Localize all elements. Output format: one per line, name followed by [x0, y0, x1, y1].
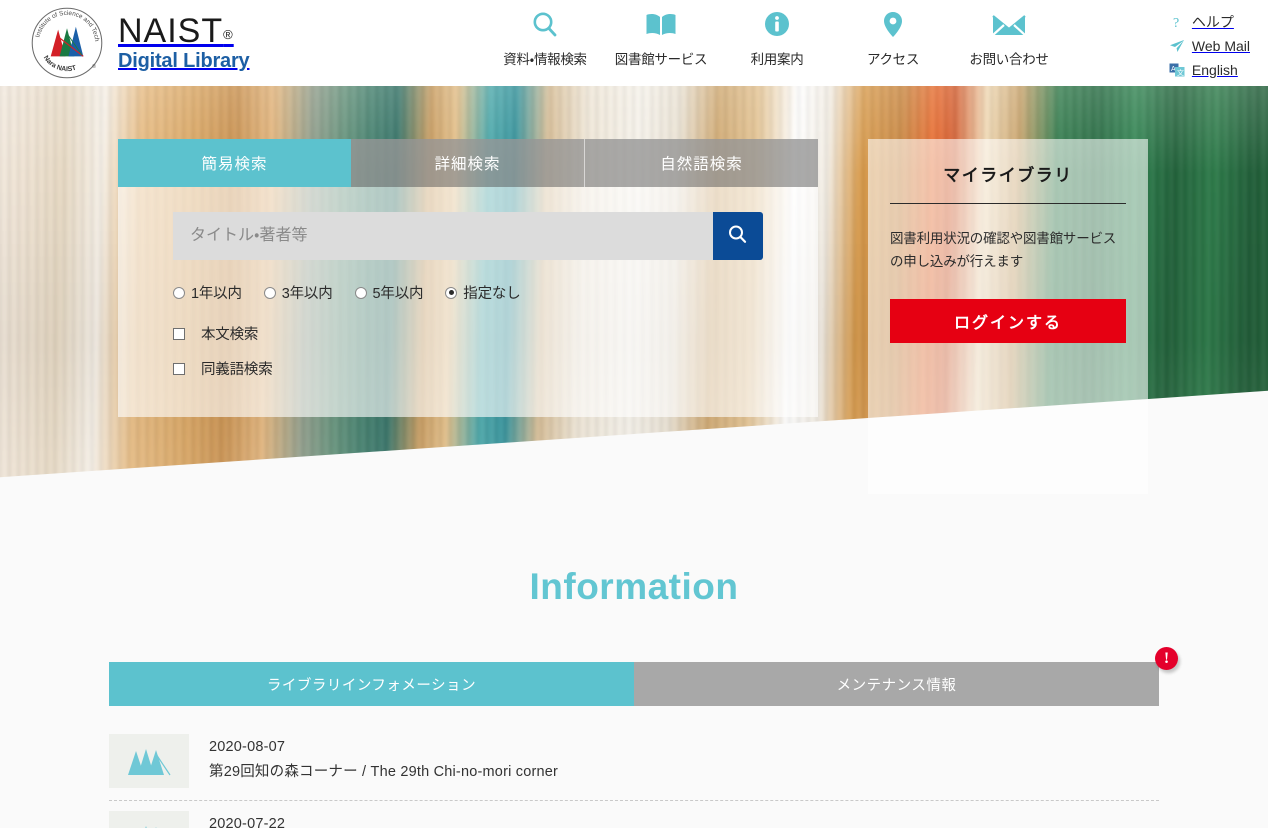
utility-link-english[interactable]: A 文 English [1169, 60, 1250, 80]
nav-label: 図書館サービス [614, 52, 708, 67]
utility-links: ? ヘルプ Web Mail A 文 English [1169, 12, 1250, 80]
translate-icon: A 文 [1169, 63, 1185, 77]
tab-natural-language-search[interactable]: 自然語検索 [585, 139, 818, 187]
search-input[interactable] [173, 212, 713, 260]
utility-label: English [1191, 62, 1238, 78]
information-section: Information ライブラリインフォメーション メンテナンス情報 ! 20… [0, 494, 1268, 828]
site-header: Institute of Science and Technology Nara… [0, 0, 1268, 86]
checkbox-label: 同義語検索 [201, 362, 273, 378]
radio-option-within-1-year[interactable]: 1年以内 [173, 282, 242, 303]
radio-label: 5年以内 [372, 286, 424, 302]
radio-indicator-selected [445, 286, 458, 299]
radio-indicator [263, 286, 276, 299]
tab-advanced-search[interactable]: 詳細検索 [351, 139, 585, 187]
news-list: 2020-08-07 第29回知の森コーナー / The 29th Chi-no… [109, 724, 1159, 828]
news-item[interactable]: 2020-07-22 [109, 801, 1159, 828]
search-panel: 簡易検索 詳細検索 自然語検索 1年以内 [118, 139, 818, 417]
period-radio-group: 1年以内 3年以内 5年以内 指定なし [173, 282, 763, 303]
utility-link-webmail[interactable]: Web Mail [1169, 36, 1250, 56]
site-logo[interactable]: Institute of Science and Technology Nara… [30, 6, 250, 80]
checkbox-label: 本文検索 [201, 327, 259, 343]
radio-label: 3年以内 [281, 286, 333, 302]
svg-text:®: ® [92, 63, 96, 70]
search-icon [529, 8, 561, 42]
search-submit-button[interactable] [713, 212, 763, 260]
radio-indicator [354, 286, 367, 299]
utility-label: Web Mail [1191, 38, 1250, 54]
my-library-panel: マイライブラリ 図書利用状況の確認や図書館サービスの申し込みが行えます ログイン… [868, 139, 1148, 494]
question-icon: ? [1169, 14, 1185, 30]
naist-mountain-icon [109, 734, 189, 788]
radio-indicator [173, 286, 185, 299]
login-button[interactable]: ログインする [890, 299, 1126, 344]
information-heading: Information [529, 566, 739, 607]
checkbox-indicator [173, 362, 185, 375]
nav-item-library-service[interactable]: 図書館サービス [603, 8, 719, 68]
checkbox-indicator [173, 327, 185, 340]
hero-banner: 簡易検索 詳細検索 自然語検索 1年以内 [0, 86, 1268, 494]
nav-item-contact[interactable]: お問い合わせ [951, 8, 1067, 68]
alert-badge[interactable]: ! [1155, 647, 1178, 670]
main-navigation: 資料・情報検索 図書館サービス 利用案内 アクセス お問い合わせ [487, 8, 1067, 68]
news-date: 2020-08-07 [209, 739, 286, 755]
news-date: 2020-07-22 [209, 816, 286, 828]
brand-wordmark: NAIST® Digital Library [118, 12, 250, 72]
tab-library-information[interactable]: ライブラリインフォメーション [109, 662, 634, 706]
brand-name: NAIST® [118, 12, 234, 51]
tab-simple-search[interactable]: 簡易検索 [118, 139, 351, 187]
location-icon [877, 8, 909, 42]
search-tabs: 簡易検索 詳細検索 自然語検索 [118, 139, 818, 187]
nav-label: アクセス [866, 52, 920, 67]
nav-item-access[interactable]: アクセス [835, 8, 951, 68]
registered-mark: ® [223, 27, 234, 43]
svg-text:文: 文 [1177, 68, 1184, 77]
mail-icon [990, 8, 1028, 42]
nav-label: お問い合わせ [969, 52, 1049, 67]
nav-item-usage-guide[interactable]: 利用案内 [719, 8, 835, 68]
utility-label: ヘルプ [1191, 14, 1234, 30]
book-icon [643, 8, 679, 42]
news-headline: 第29回知の森コーナー / The 29th Chi-no-mori corne… [209, 764, 559, 780]
information-tabs: ライブラリインフォメーション メンテナンス情報 ! [109, 647, 1178, 706]
radio-option-within-3-years[interactable]: 3年以内 [263, 282, 333, 303]
search-form: 1年以内 3年以内 5年以内 指定なし 本文検索 [118, 187, 818, 417]
radio-option-within-5-years[interactable]: 5年以内 [354, 282, 424, 303]
radio-option-no-limit[interactable]: 指定なし [445, 282, 521, 303]
nav-label: 利用案内 [750, 52, 804, 67]
radio-label: 指定なし [463, 286, 521, 302]
nav-label: 資料・情報検索 [503, 52, 587, 67]
radio-label: 1年以内 [191, 286, 242, 302]
tab-maintenance-information[interactable]: メンテナンス情報 [634, 662, 1159, 706]
search-icon [726, 223, 750, 250]
checkbox-synonym-search[interactable]: 同義語検索 [173, 358, 763, 379]
paperplane-icon [1169, 39, 1185, 53]
svg-text:Nara NAIST: Nara NAIST [42, 55, 78, 74]
naist-seal-icon: Institute of Science and Technology Nara… [30, 6, 103, 79]
brand-subtitle: Digital Library [118, 49, 250, 72]
nav-item-material-search[interactable]: 資料・情報検索 [487, 8, 603, 68]
news-text: 2020-08-07 第29回知の森コーナー / The 29th Chi-no… [209, 734, 558, 781]
checkbox-fulltext-search[interactable]: 本文検索 [173, 323, 763, 344]
news-text: 2020-07-22 [209, 811, 285, 828]
naist-mountain-icon [109, 811, 189, 828]
my-library-description: 図書利用状況の確認や図書館サービスの申し込みが行えます [890, 231, 1117, 270]
my-library-title: マイライブラリ [890, 161, 1126, 204]
svg-text:?: ? [1173, 16, 1179, 30]
utility-link-help[interactable]: ? ヘルプ [1169, 12, 1250, 32]
search-input-row [173, 212, 763, 260]
news-item[interactable]: 2020-08-07 第29回知の森コーナー / The 29th Chi-no… [109, 724, 1159, 801]
info-icon [761, 8, 793, 42]
